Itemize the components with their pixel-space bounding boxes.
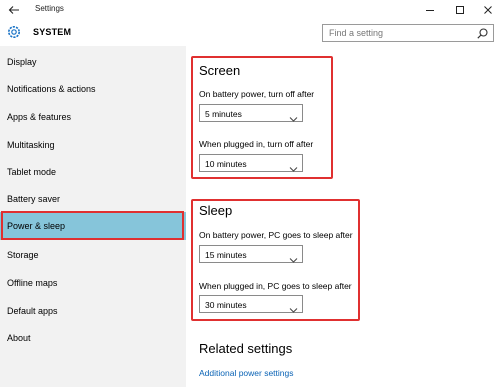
maximize-icon[interactable] bbox=[452, 2, 468, 18]
sidebar-item-label: Notifications & actions bbox=[7, 84, 96, 94]
sidebar-item-apps[interactable]: Apps & features bbox=[0, 103, 186, 131]
search-icon[interactable] bbox=[476, 27, 489, 40]
sidebar: Display Notifications & actions Apps & f… bbox=[0, 46, 186, 387]
sidebar-item-default-apps[interactable]: Default apps bbox=[0, 297, 186, 325]
minimize-icon[interactable] bbox=[422, 2, 438, 18]
sidebar-item-about[interactable]: About bbox=[0, 324, 186, 352]
window-title: Settings bbox=[35, 4, 64, 13]
chevron-down-icon bbox=[289, 160, 298, 172]
sidebar-item-multitasking[interactable]: Multitasking bbox=[0, 131, 186, 159]
dropdown-value: 10 minutes bbox=[205, 159, 247, 169]
dropdown-value: 15 minutes bbox=[205, 250, 247, 260]
sidebar-item-tablet-mode[interactable]: Tablet mode bbox=[0, 158, 186, 186]
sidebar-item-label: Multitasking bbox=[7, 140, 55, 150]
search-input[interactable]: Find a setting bbox=[322, 24, 494, 42]
sidebar-item-label: Battery saver bbox=[7, 194, 61, 204]
sidebar-item-label: Offline maps bbox=[7, 278, 58, 288]
gear-icon bbox=[6, 24, 22, 40]
additional-power-settings-link[interactable]: Additional power settings bbox=[199, 368, 294, 378]
sidebar-item-label: Default apps bbox=[7, 306, 58, 316]
dropdown-value: 30 minutes bbox=[205, 300, 247, 310]
sidebar-item-label: Storage bbox=[7, 250, 39, 260]
back-arrow-icon[interactable] bbox=[6, 2, 22, 18]
sidebar-item-label: About bbox=[7, 333, 31, 343]
sidebar-item-offline-maps[interactable]: Offline maps bbox=[0, 269, 186, 297]
chevron-down-icon bbox=[289, 301, 298, 313]
title-bar: Settings bbox=[0, 0, 500, 20]
screen-battery-label: On battery power, turn off after bbox=[199, 89, 315, 99]
page-header: SYSTEM Find a setting bbox=[0, 20, 500, 46]
sidebar-item-storage[interactable]: Storage bbox=[0, 241, 186, 269]
page-title: SYSTEM bbox=[33, 27, 72, 37]
sidebar-item-label: Apps & features bbox=[7, 112, 72, 122]
close-icon[interactable] bbox=[480, 2, 496, 18]
dropdown-value: 5 minutes bbox=[205, 109, 242, 119]
screen-title: Screen bbox=[199, 63, 241, 78]
sleep-title: Sleep bbox=[199, 203, 233, 218]
sleep-plugged-dropdown[interactable]: 30 minutes bbox=[199, 295, 303, 313]
sidebar-item-notifications[interactable]: Notifications & actions bbox=[0, 75, 186, 103]
sleep-battery-label: On battery power, PC goes to sleep after bbox=[199, 230, 353, 240]
search-placeholder: Find a setting bbox=[329, 28, 384, 38]
screen-plugged-dropdown[interactable]: 10 minutes bbox=[199, 154, 303, 172]
sidebar-item-label: Display bbox=[7, 57, 37, 67]
chevron-down-icon bbox=[289, 251, 298, 263]
screen-plugged-label: When plugged in, turn off after bbox=[199, 139, 314, 149]
related-settings-title: Related settings bbox=[199, 341, 293, 356]
sidebar-item-battery-saver[interactable]: Battery saver bbox=[0, 185, 186, 213]
chevron-down-icon bbox=[289, 110, 298, 122]
screen-battery-dropdown[interactable]: 5 minutes bbox=[199, 104, 303, 122]
sleep-battery-dropdown[interactable]: 15 minutes bbox=[199, 245, 303, 263]
sidebar-item-display[interactable]: Display bbox=[0, 48, 186, 76]
selected-item-highlight bbox=[1, 211, 184, 240]
sleep-plugged-label: When plugged in, PC goes to sleep after bbox=[199, 281, 352, 291]
sidebar-item-label: Tablet mode bbox=[7, 167, 57, 177]
